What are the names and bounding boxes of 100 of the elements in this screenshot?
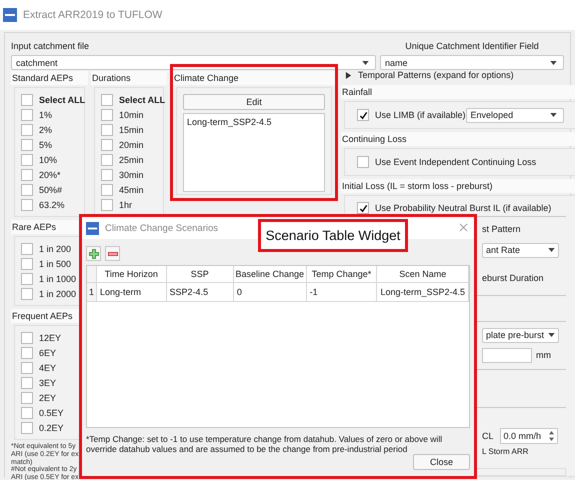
checkbox[interactable] — [21, 422, 33, 434]
checkbox[interactable] — [101, 198, 113, 210]
column-header[interactable]: Scen Name — [376, 266, 468, 282]
edit-button[interactable]: Edit — [183, 94, 325, 110]
checkbox[interactable] — [21, 362, 33, 374]
list-item[interactable]: Long-term_SSP2-4.5 — [187, 117, 321, 127]
dialog-title: Climate Change Scenarios — [105, 222, 218, 234]
field-label: CL — [482, 430, 494, 441]
checkbox[interactable] — [21, 94, 33, 106]
checkbox[interactable] — [101, 94, 113, 106]
dropdown[interactable]: plate pre-burst — [482, 328, 559, 343]
checkbox[interactable] — [101, 154, 113, 166]
checkbox[interactable] — [101, 138, 113, 150]
column-header[interactable]: Time Horizon — [96, 266, 166, 282]
checkbox[interactable] — [21, 124, 33, 136]
checkbox-label: 1 in 500 — [39, 258, 72, 268]
checkbox-label: 5% — [39, 140, 52, 150]
column-header[interactable]: Baseline Change — [233, 266, 306, 282]
caret-icon — [550, 113, 557, 117]
caret-icon — [548, 333, 555, 338]
checkbox-label: 45min — [119, 184, 144, 194]
annotation-label: Scenario Table Widget — [258, 219, 408, 252]
app-icon — [86, 222, 99, 234]
checkbox[interactable] — [21, 272, 33, 284]
column-header[interactable]: SSP — [166, 266, 234, 282]
caret-icon — [548, 248, 555, 252]
field-label: Input catchment file — [11, 41, 90, 51]
checkbox-label: 1hr — [119, 200, 132, 210]
dropdown[interactable]: name — [380, 55, 564, 70]
close-icon[interactable] — [459, 223, 468, 232]
app-icon — [3, 8, 17, 22]
checkbox-label: 15min — [119, 124, 144, 134]
checkbox-label: 50%# — [39, 184, 62, 194]
group-title: Standard AEPs — [11, 71, 88, 85]
table-cell[interactable]: Long-term — [96, 282, 166, 302]
checkbox-label: 4EY — [39, 362, 56, 372]
checkbox-label: Use Probability Neutral Burst IL (if available) — [375, 203, 552, 213]
checkbox-label: 10min — [119, 110, 144, 120]
table-cell[interactable]: 0 — [233, 282, 306, 302]
checkbox[interactable] — [101, 124, 113, 136]
caret-icon — [550, 60, 557, 64]
checkbox-label: Select ALL — [39, 94, 86, 104]
table-cell[interactable]: Long-term_SSP2-4.5 — [376, 282, 468, 302]
checkbox[interactable] — [21, 168, 33, 180]
column-header[interactable]: Temp Change* — [306, 266, 377, 282]
checkbox-label: 20min — [119, 140, 144, 150]
checkbox[interactable] — [21, 392, 33, 404]
checkbox[interactable] — [357, 156, 369, 168]
checkbox[interactable] — [21, 198, 33, 210]
remove-row-button[interactable] — [105, 246, 120, 261]
spin-box[interactable]: 0.0 mm/h — [500, 428, 558, 444]
checkbox-label: 2% — [39, 124, 52, 134]
dropdown[interactable]: Enveloped — [466, 108, 564, 122]
spin-arrows-icon — [548, 430, 554, 441]
window-title: Extract ARR2019 to TUFLOW — [23, 9, 162, 21]
checkbox-label: 6EY — [39, 348, 56, 358]
checkbox[interactable] — [21, 288, 33, 300]
checkbox-label: Use Event Independent Continuing Loss — [375, 157, 536, 167]
checkbox[interactable] — [101, 184, 113, 196]
caret-icon — [362, 60, 369, 64]
close-button[interactable]: Close — [413, 454, 470, 470]
checkbox[interactable] — [21, 332, 33, 344]
checkbox[interactable] — [21, 108, 33, 120]
note-text: *Temp Change: set to -1 to use temperature change from datahub. Values of zero or above will override datahub values and are assumed to be the change from pre-industrial period — [86, 434, 444, 454]
checkbox-label: 3EY — [39, 378, 56, 388]
checkbox[interactable] — [21, 258, 33, 270]
checkbox[interactable] — [357, 109, 369, 121]
field-label: L Storm ARR — [482, 446, 530, 456]
field-label: eburst Duration — [482, 272, 545, 283]
checkbox-label: 1 in 2000 — [39, 288, 76, 298]
checkbox[interactable] — [21, 242, 33, 254]
checkbox-label: 0.5EY — [39, 408, 64, 418]
checkbox-label: 25min — [119, 154, 144, 164]
checkbox-label: Use LIMB (if available) — [375, 110, 466, 120]
checkbox[interactable] — [357, 202, 369, 214]
checkbox-label: 20%* — [39, 170, 61, 180]
input-field[interactable] — [482, 348, 532, 363]
checkbox[interactable] — [21, 138, 33, 150]
add-row-button[interactable] — [86, 246, 101, 261]
checkbox[interactable] — [101, 168, 113, 180]
dropdown[interactable]: catchment — [11, 55, 376, 70]
checkbox[interactable] — [21, 184, 33, 196]
checkbox-label: 2EY — [39, 392, 56, 402]
table-cell[interactable]: SSP2-4.5 — [166, 282, 234, 302]
plus-icon — [88, 248, 98, 258]
checkbox-label: 0.2EY — [39, 422, 64, 432]
table-cell[interactable]: -1 — [306, 282, 377, 302]
section-toggle-label[interactable]: Temporal Patterns (expand for options) — [358, 70, 514, 80]
checkbox[interactable] — [101, 108, 113, 120]
checkbox-label: 1 in 200 — [39, 244, 72, 254]
dropdown[interactable]: ant Rate — [482, 242, 559, 258]
checkbox[interactable] — [21, 376, 33, 388]
checkbox[interactable] — [21, 346, 33, 358]
checkbox[interactable] — [21, 406, 33, 418]
group-title: Rainfall — [341, 85, 575, 99]
minus-icon — [108, 252, 118, 256]
group-title: Initial Loss (IL = storm loss - preburst) — [341, 179, 575, 193]
field-label: st Pattern — [482, 224, 522, 234]
group-title: Continuing Loss — [341, 132, 575, 146]
checkbox[interactable] — [21, 154, 33, 166]
